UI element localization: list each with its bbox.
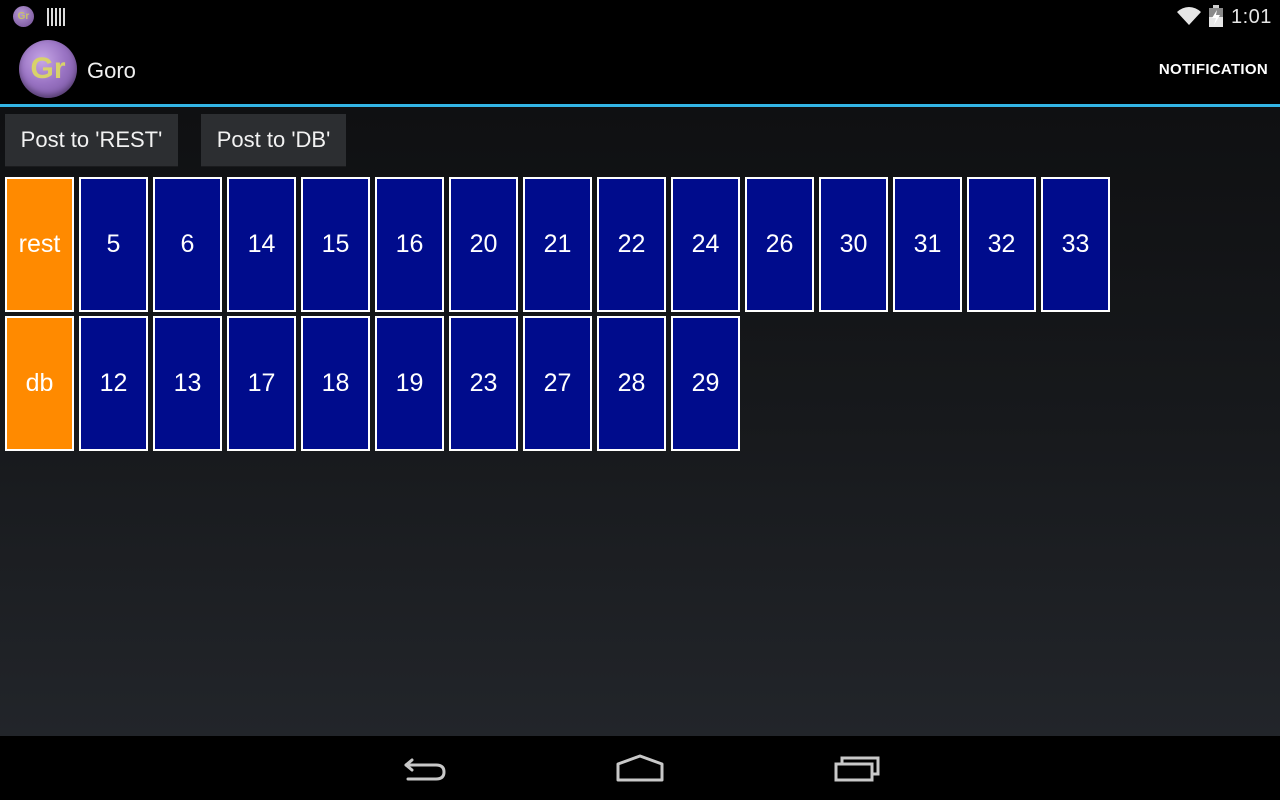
db-item[interactable]: 17	[227, 316, 296, 451]
status-bar: Gr 1:01	[0, 0, 1280, 34]
barcode-icon	[47, 8, 65, 26]
rest-item[interactable]: 15	[301, 177, 370, 312]
rest-row: rest 5 6 14 15 16 20 21 22 24 26 30 31 3…	[5, 177, 1110, 312]
home-icon[interactable]	[614, 752, 666, 784]
db-item[interactable]: 23	[449, 316, 518, 451]
app-title: Goro	[87, 58, 136, 83]
db-row: db 12 13 17 18 19 23 27 28 29	[5, 316, 740, 451]
app-notification-icon: Gr	[13, 6, 34, 27]
rest-item[interactable]: 33	[1041, 177, 1110, 312]
rest-item[interactable]: 5	[79, 177, 148, 312]
rest-item[interactable]: 20	[449, 177, 518, 312]
rest-item[interactable]: 26	[745, 177, 814, 312]
db-row-label[interactable]: db	[5, 316, 74, 451]
rest-item[interactable]: 6	[153, 177, 222, 312]
rest-item[interactable]: 14	[227, 177, 296, 312]
rest-item[interactable]: 30	[819, 177, 888, 312]
battery-charging-icon	[1209, 5, 1223, 27]
db-item[interactable]: 18	[301, 316, 370, 451]
app-logo-icon[interactable]: Gr	[19, 40, 77, 98]
rest-item[interactable]: 31	[893, 177, 962, 312]
post-to-rest-button[interactable]: Post to 'REST'	[5, 114, 178, 167]
recents-icon[interactable]	[833, 752, 883, 784]
rest-item[interactable]: 22	[597, 177, 666, 312]
rest-item[interactable]: 16	[375, 177, 444, 312]
wifi-icon	[1177, 7, 1201, 25]
rest-item[interactable]: 24	[671, 177, 740, 312]
action-bar: Gr Goro NOTIFICATION	[0, 34, 1280, 105]
rest-row-label[interactable]: rest	[5, 177, 74, 312]
rest-item[interactable]: 21	[523, 177, 592, 312]
post-to-db-button[interactable]: Post to 'DB'	[201, 114, 346, 167]
db-item[interactable]: 27	[523, 316, 592, 451]
db-item[interactable]: 29	[671, 316, 740, 451]
back-icon[interactable]	[400, 752, 448, 784]
db-item[interactable]: 12	[79, 316, 148, 451]
screen: Gr 1:01 Gr Goro NOTIFICATION Post to 'RE…	[0, 0, 1280, 800]
notification-action-button[interactable]: NOTIFICATION	[1159, 61, 1268, 78]
clock: 1:01	[1231, 6, 1272, 28]
db-item[interactable]: 13	[153, 316, 222, 451]
db-item[interactable]: 28	[597, 316, 666, 451]
db-item[interactable]: 19	[375, 316, 444, 451]
rest-item[interactable]: 32	[967, 177, 1036, 312]
navigation-bar	[0, 736, 1280, 800]
main-content: Post to 'REST' Post to 'DB' rest 5 6 14 …	[0, 107, 1280, 736]
